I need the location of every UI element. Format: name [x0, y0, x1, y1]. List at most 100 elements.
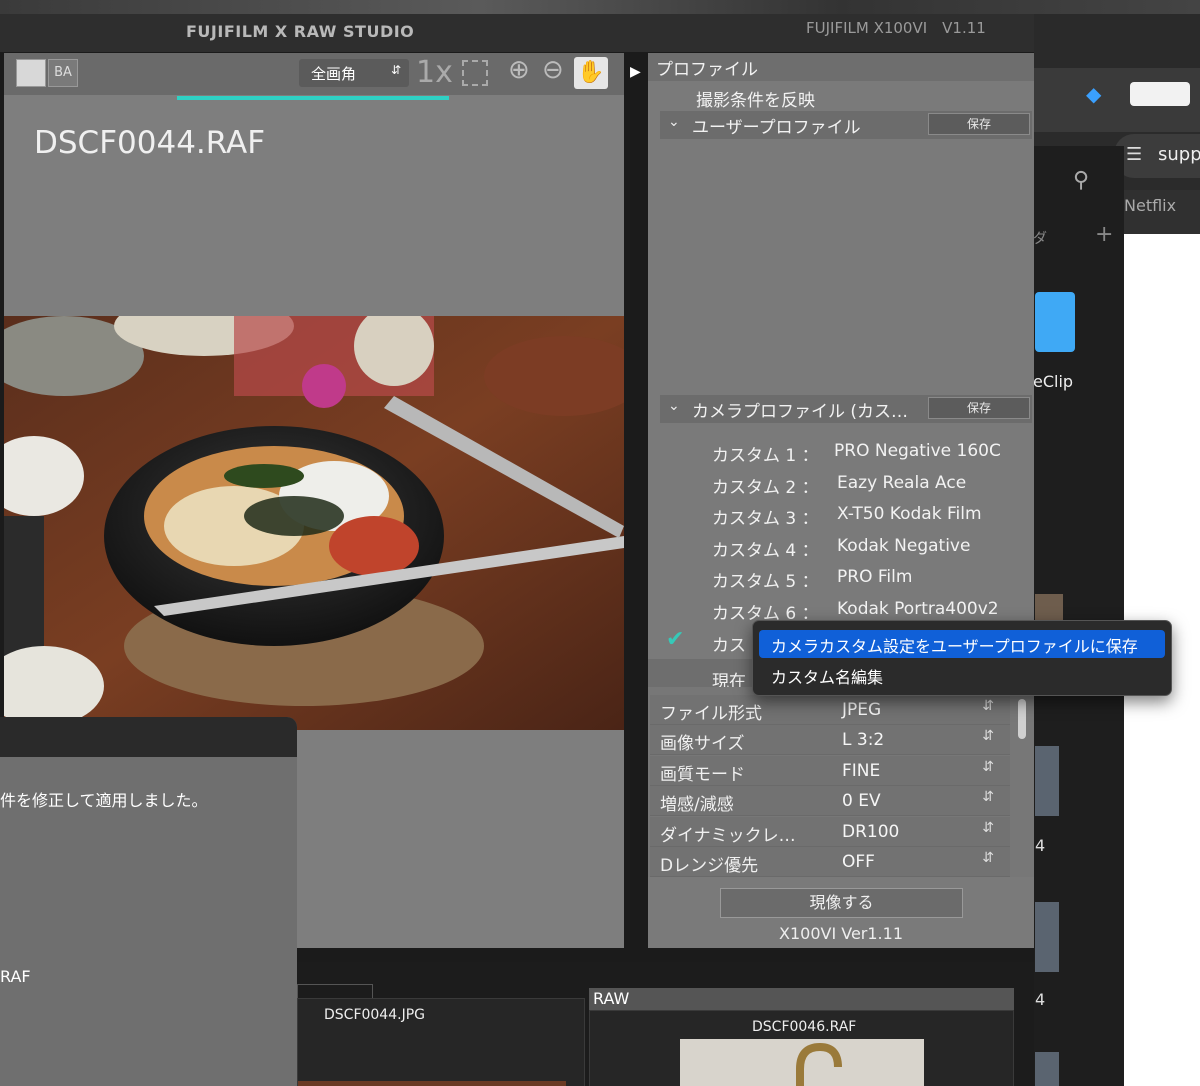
custom-item-name: X-T50 Kodak Film [837, 504, 982, 525]
filter-icon: ☰ [1126, 144, 1143, 165]
bookmark-netflix[interactable]: Netflix [1124, 196, 1176, 215]
custom-item-name: PRO Film [837, 567, 913, 588]
compare-a-label: A [63, 65, 72, 80]
check-icon: ✔ [666, 627, 685, 652]
preview-toolbar: BA 全画角 ⇵ 1x ⊕ ⊖ ✋ [4, 53, 624, 95]
user-profile-label: ユーザープロファイル [692, 118, 861, 138]
zoom-1x-button[interactable]: 1x [416, 55, 453, 90]
camera-profile-save-button[interactable]: 保存 [928, 397, 1030, 419]
setting-label: ファイル形式 [660, 704, 762, 724]
setting-row[interactable]: 画質モード FINE ⇵ [650, 755, 1010, 786]
title-bar: FUJIFILM X RAW STUDIO FUJIFILM X100VI V1… [0, 14, 1034, 52]
updown-icon[interactable]: ⇵ [982, 759, 994, 775]
thumb-raf-name: DSCF0046.RAF [752, 1019, 857, 1035]
camera-profile-label: カメラプロファイル (カス… [692, 402, 909, 422]
output-settings: ファイル形式 JPEG ⇵ 画像サイズ L 3:2 ⇵ 画質モード FINE ⇵ 増感/減感 0 E… [648, 687, 1034, 877]
menu-save-to-user-profile[interactable]: カメラカスタム設定をユーザープロファイルに保存 [759, 630, 1165, 658]
setting-value: 0 EV [842, 791, 881, 812]
custom-item-name: Eazy Reala Ace [837, 472, 967, 493]
setting-label: 増感/減感 [660, 795, 734, 816]
finder-tab[interactable]: ダ [1033, 228, 1047, 248]
search-icon[interactable]: ⚲ [1073, 168, 1089, 193]
setting-row[interactable]: 増感/減感 0 EV ⇵ [650, 786, 1010, 817]
finder-thumb[interactable] [1035, 746, 1059, 816]
chevron-down-icon[interactable]: ⌄ [668, 114, 680, 130]
view-select-value: 全画角 [311, 65, 357, 83]
finder-item-label: 4 [1035, 990, 1046, 1009]
browser-bookmarks-bar: Netflix [1122, 190, 1200, 234]
panel-toggle-icon[interactable]: ▶ [630, 64, 641, 80]
setting-value: DR100 [842, 821, 900, 842]
finder-item-label: 4 [1035, 836, 1046, 855]
camera-model: FUJIFILM X100VI V1.11 [806, 19, 986, 37]
finder-thumb[interactable] [1035, 1052, 1059, 1086]
extension-icon[interactable] [1130, 82, 1190, 106]
add-tab-icon[interactable]: + [1095, 222, 1113, 247]
develop-button[interactable]: 現像する [720, 888, 963, 918]
setting-label: ダイナミックレ… [660, 825, 796, 846]
progress-indicator [177, 96, 449, 100]
thumb-jpg-name: DSCF0044.JPG [324, 1007, 425, 1023]
photo-illustration [4, 316, 624, 730]
updown-icon[interactable]: ⇵ [982, 698, 994, 714]
user-profile-group[interactable]: ⌄ ユーザープロファイル 保存 [660, 111, 1032, 139]
compare-ba-button[interactable]: BA [48, 59, 78, 87]
updown-icon[interactable]: ⇵ [982, 820, 994, 836]
setting-value: FINE [842, 760, 881, 781]
scrollbar[interactable] [1018, 699, 1026, 739]
profile-header-label: プロファイル [656, 60, 758, 80]
folder-icon[interactable] [1035, 292, 1075, 352]
apply-conditions-item[interactable]: 撮影条件を反映 [696, 86, 1068, 111]
view-angle-select[interactable]: 全画角 ⇵ [299, 59, 409, 87]
thumb-raf-image [680, 1039, 924, 1086]
zoom-out-icon[interactable]: ⊖ [542, 55, 564, 85]
firmware-version: X100VI Ver1.11 [779, 924, 903, 943]
custom-item-name: PRO Negative 160C [834, 441, 1001, 461]
finder-thumb[interactable] [1035, 902, 1059, 972]
dialog-header [0, 717, 297, 757]
thumb-jpg[interactable]: DSCF0044.JPG [297, 998, 585, 1086]
preview-filename: DSCF0044.RAF [34, 125, 266, 161]
context-menu: カメラカスタム設定をユーザープロファイルに保存 カスタム名編集 [752, 620, 1172, 696]
compare-b-label: B [54, 65, 63, 80]
setting-row[interactable]: ファイル形式 JPEG ⇵ [650, 695, 1010, 725]
browser-search-bar[interactable]: ☰ supp [1114, 134, 1200, 178]
setting-value: JPEG [842, 700, 882, 720]
custom-item-name: Kodak Negative [837, 535, 971, 556]
updown-icon[interactable]: ⇵ [982, 789, 994, 805]
setting-value: L 3:2 [842, 730, 885, 751]
dialog-file: RAF [0, 967, 31, 986]
camera-profile-group[interactable]: ⌄ カメラプロファイル (カス… 保存 [660, 395, 1032, 423]
thumb-jpg-image [298, 1081, 566, 1086]
updown-icon[interactable]: ⇵ [982, 850, 994, 866]
profile-header: プロファイル [648, 53, 1034, 81]
fit-screen-icon[interactable] [462, 60, 488, 86]
thumb-raf[interactable]: DSCF0046.RAF [589, 1010, 1014, 1086]
dialog-message: 件を修正して適用しました。 [0, 791, 208, 810]
setting-value: OFF [842, 852, 875, 872]
notice-dialog: 件を修正して適用しました。 RAF [0, 717, 297, 1086]
setting-row[interactable]: 画像サイズ L 3:2 ⇵ [650, 725, 1010, 756]
thumb-tab-outline [297, 984, 373, 998]
desktop-background [0, 0, 1200, 14]
gem-icon[interactable]: ◆ [1086, 82, 1101, 106]
finder-item-label: eClip [1033, 372, 1074, 391]
user-profile-save-button[interactable]: 保存 [928, 113, 1030, 135]
updown-icon: ⇵ [390, 63, 401, 77]
hand-tool-icon[interactable]: ✋ [574, 57, 608, 89]
preview-photo[interactable] [4, 316, 624, 730]
zoom-in-icon[interactable]: ⊕ [508, 55, 530, 85]
setting-row[interactable]: Dレンジ優先 OFF ⇵ [650, 847, 1010, 877]
updown-icon[interactable]: ⇵ [982, 728, 994, 744]
umbrella-handle-illustration [796, 1042, 842, 1086]
raw-group-tag: RAW [589, 988, 1014, 1010]
setting-row[interactable]: ダイナミックレ… DR100 ⇵ [650, 816, 1010, 847]
chevron-down-icon[interactable]: ⌄ [668, 398, 680, 414]
custom-item-name: Kodak Portra400v2 [837, 599, 999, 619]
single-view-button[interactable] [16, 59, 46, 87]
setting-label: 画像サイズ [660, 734, 745, 755]
menu-edit-custom-name[interactable]: カスタム名編集 [759, 661, 1165, 689]
setting-label: Dレンジ優先 [660, 856, 759, 876]
setting-label: 画質モード [660, 764, 745, 785]
browser-search-text: supp [1158, 144, 1200, 165]
